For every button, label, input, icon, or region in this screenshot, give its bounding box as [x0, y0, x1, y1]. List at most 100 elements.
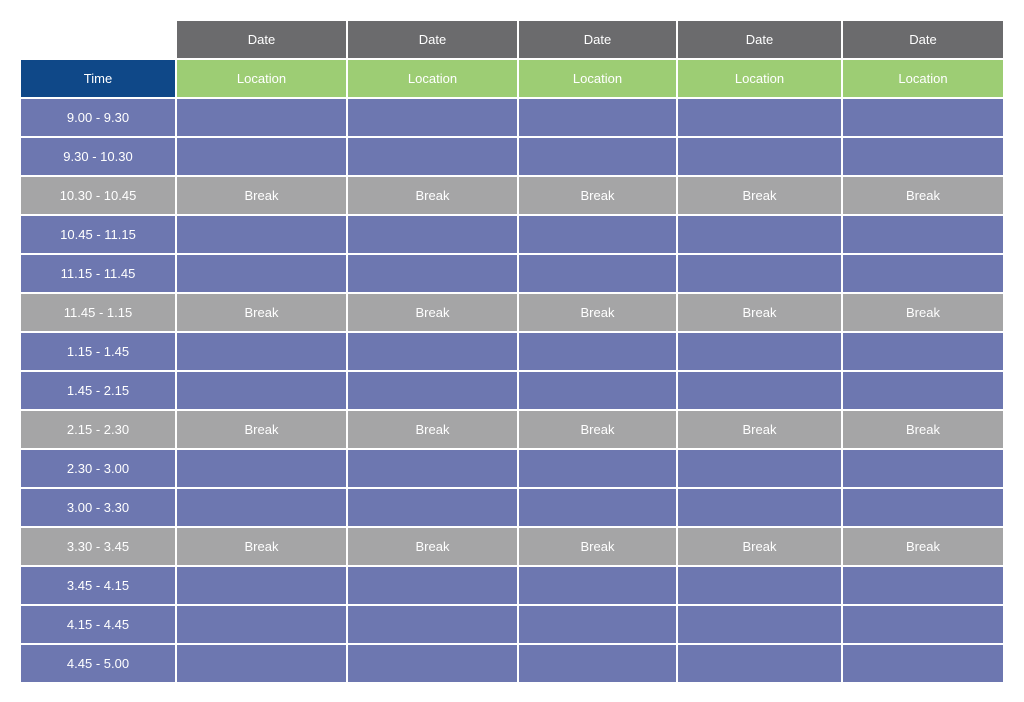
- session-cell[interactable]: [177, 216, 346, 253]
- session-cell[interactable]: [843, 450, 1003, 487]
- break-cell: Break: [177, 177, 346, 214]
- break-cell: Break: [678, 528, 841, 565]
- time-slot-cell: 3.30 - 3.45: [21, 528, 175, 565]
- location-header-cell: Location: [177, 60, 346, 97]
- session-cell[interactable]: [177, 606, 346, 643]
- session-cell[interactable]: [678, 372, 841, 409]
- session-cell[interactable]: [678, 216, 841, 253]
- time-slot-cell: 10.30 - 10.45: [21, 177, 175, 214]
- session-cell[interactable]: [843, 606, 1003, 643]
- session-cell[interactable]: [519, 99, 676, 136]
- session-cell[interactable]: [678, 606, 841, 643]
- session-cell[interactable]: [177, 138, 346, 175]
- session-row: 4.15 - 4.45: [21, 606, 1003, 643]
- session-cell[interactable]: [519, 606, 676, 643]
- session-cell[interactable]: [678, 333, 841, 370]
- time-slot-cell: 3.00 - 3.30: [21, 489, 175, 526]
- session-cell[interactable]: [678, 138, 841, 175]
- location-header-row: Time Location Location Location Location…: [21, 60, 1003, 97]
- break-row: 2.15 - 2.30 Break Break Break Break Break: [21, 411, 1003, 448]
- session-cell[interactable]: [519, 489, 676, 526]
- session-cell[interactable]: [177, 645, 346, 682]
- session-cell[interactable]: [519, 450, 676, 487]
- session-cell[interactable]: [348, 372, 517, 409]
- session-row: 9.00 - 9.30: [21, 99, 1003, 136]
- session-cell[interactable]: [519, 255, 676, 292]
- break-cell: Break: [348, 528, 517, 565]
- location-header-cell: Location: [519, 60, 676, 97]
- session-cell[interactable]: [177, 489, 346, 526]
- session-cell[interactable]: [519, 567, 676, 604]
- session-cell[interactable]: [177, 99, 346, 136]
- time-slot-cell: 11.45 - 1.15: [21, 294, 175, 331]
- session-cell[interactable]: [177, 255, 346, 292]
- corner-blank-cell: [21, 21, 175, 58]
- timetable-body: Date Date Date Date Date Time Location L…: [21, 21, 1003, 682]
- session-cell[interactable]: [843, 255, 1003, 292]
- timetable: Date Date Date Date Date Time Location L…: [19, 19, 1005, 684]
- session-cell[interactable]: [843, 567, 1003, 604]
- session-cell[interactable]: [519, 333, 676, 370]
- session-row: 3.00 - 3.30: [21, 489, 1003, 526]
- time-slot-cell: 2.15 - 2.30: [21, 411, 175, 448]
- time-slot-cell: 11.15 - 11.45: [21, 255, 175, 292]
- break-cell: Break: [519, 411, 676, 448]
- break-row: 11.45 - 1.15 Break Break Break Break Break: [21, 294, 1003, 331]
- session-row: 2.30 - 3.00: [21, 450, 1003, 487]
- session-cell[interactable]: [843, 216, 1003, 253]
- session-cell[interactable]: [843, 99, 1003, 136]
- session-cell[interactable]: [519, 216, 676, 253]
- session-cell[interactable]: [678, 450, 841, 487]
- session-cell[interactable]: [348, 450, 517, 487]
- break-row: 10.30 - 10.45 Break Break Break Break Break: [21, 177, 1003, 214]
- session-cell[interactable]: [519, 138, 676, 175]
- session-cell[interactable]: [177, 567, 346, 604]
- break-cell: Break: [348, 411, 517, 448]
- session-row: 3.45 - 4.15: [21, 567, 1003, 604]
- date-header-cell: Date: [348, 21, 517, 58]
- session-cell[interactable]: [678, 567, 841, 604]
- session-cell[interactable]: [348, 489, 517, 526]
- session-cell[interactable]: [348, 216, 517, 253]
- session-cell[interactable]: [843, 138, 1003, 175]
- session-cell[interactable]: [348, 138, 517, 175]
- session-cell[interactable]: [843, 645, 1003, 682]
- time-slot-cell: 1.15 - 1.45: [21, 333, 175, 370]
- session-cell[interactable]: [843, 333, 1003, 370]
- time-slot-cell: 9.30 - 10.30: [21, 138, 175, 175]
- date-header-row: Date Date Date Date Date: [21, 21, 1003, 58]
- time-slot-cell: 3.45 - 4.15: [21, 567, 175, 604]
- time-slot-cell: 4.15 - 4.45: [21, 606, 175, 643]
- break-cell: Break: [348, 294, 517, 331]
- session-cell[interactable]: [177, 333, 346, 370]
- break-cell: Break: [843, 411, 1003, 448]
- session-row: 1.45 - 2.15: [21, 372, 1003, 409]
- session-cell[interactable]: [348, 255, 517, 292]
- session-cell[interactable]: [678, 99, 841, 136]
- time-slot-cell: 4.45 - 5.00: [21, 645, 175, 682]
- location-header-cell: Location: [348, 60, 517, 97]
- time-slot-cell: 10.45 - 11.15: [21, 216, 175, 253]
- session-cell[interactable]: [519, 372, 676, 409]
- location-header-cell: Location: [843, 60, 1003, 97]
- session-cell[interactable]: [348, 606, 517, 643]
- session-cell[interactable]: [177, 372, 346, 409]
- session-cell[interactable]: [843, 372, 1003, 409]
- session-cell[interactable]: [348, 333, 517, 370]
- break-cell: Break: [678, 177, 841, 214]
- session-cell[interactable]: [678, 489, 841, 526]
- session-cell[interactable]: [348, 99, 517, 136]
- session-cell[interactable]: [177, 450, 346, 487]
- break-cell: Break: [678, 294, 841, 331]
- session-cell[interactable]: [348, 645, 517, 682]
- date-header-cell: Date: [843, 21, 1003, 58]
- break-cell: Break: [177, 411, 346, 448]
- session-cell[interactable]: [678, 645, 841, 682]
- session-row: 9.30 - 10.30: [21, 138, 1003, 175]
- session-cell[interactable]: [348, 567, 517, 604]
- session-cell[interactable]: [843, 489, 1003, 526]
- session-cell[interactable]: [678, 255, 841, 292]
- session-cell[interactable]: [519, 645, 676, 682]
- break-cell: Break: [519, 177, 676, 214]
- break-cell: Break: [177, 294, 346, 331]
